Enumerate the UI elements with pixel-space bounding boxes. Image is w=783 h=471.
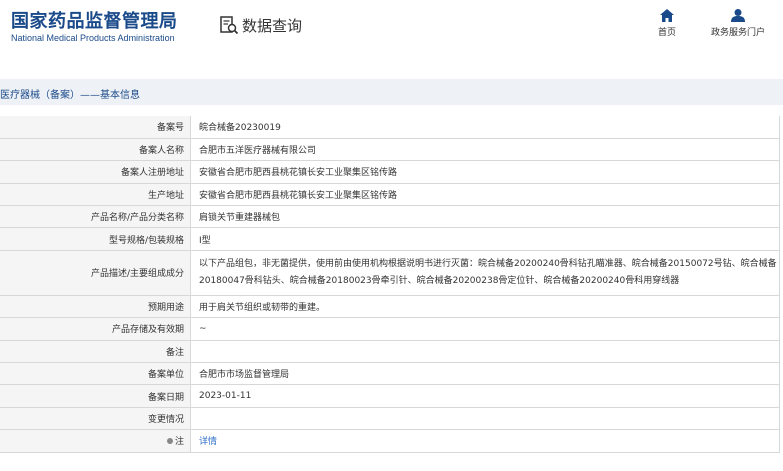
site-logo-english[interactable]: National Medical Products Administration — [11, 33, 175, 43]
field-value: 安徽省合肥市肥西县桃花镇长安工业聚集区铭传路 — [190, 160, 780, 184]
field-label: 注 — [174, 437, 184, 448]
table-row: 备案号 皖合械备20230019 — [0, 116, 780, 139]
nav-service-label: 政务服务门户 — [710, 28, 765, 38]
data-query-title: 数据查询 — [219, 13, 302, 37]
document-search-icon — [220, 16, 239, 35]
field-value: ~ — [190, 317, 780, 341]
home-icon — [660, 9, 674, 22]
nav-home[interactable]: 首页 — [654, 9, 680, 38]
field-value: 安徽省合肥市肥西县桃花镇长安工业聚集区铭传路 — [190, 183, 780, 207]
field-label: 产品存储及有效期 — [0, 317, 191, 341]
site-logo-chinese[interactable]: 国家药品监督管理局 — [11, 7, 178, 33]
bullet-icon — [166, 437, 173, 444]
field-value: I型 — [190, 227, 780, 251]
table-row: 备注 — [0, 340, 780, 364]
field-label: 预期用途 — [0, 295, 191, 319]
field-value: 合肥市市场监督管理局 — [190, 362, 780, 386]
nav-home-label: 首页 — [657, 28, 676, 38]
field-label: 型号规格/包装规格 — [0, 227, 191, 251]
nav-service-portal[interactable]: 政务服务门户 — [705, 9, 771, 38]
record-info-table: 备案号 皖合械备20230019 备案人名称 合肥市五洋医疗器械有限公司 备案人… — [0, 116, 780, 453]
field-value: 肩锁关节重建器械包 — [190, 205, 780, 229]
field-value — [190, 340, 780, 364]
field-value — [190, 407, 780, 431]
table-row: 备案单位 合肥市市场监督管理局 — [0, 362, 780, 386]
field-label: 备案人注册地址 — [0, 160, 191, 184]
field-value: 用于肩关节组织或韧带的重建。 — [190, 295, 780, 319]
field-label: 备案日期 — [0, 384, 191, 408]
table-row: 备案人名称 合肥市五洋医疗器械有限公司 — [0, 138, 780, 162]
user-icon — [731, 9, 745, 22]
table-row: 备案人注册地址 安徽省合肥市肥西县桃花镇长安工业聚集区铭传路 — [0, 160, 780, 184]
field-label: 变更情况 — [0, 407, 191, 431]
table-row: 注 详情 — [0, 429, 780, 453]
table-row: 产品描述/主要组成成分 以下产品组包，非无菌提供，使用前由使用机构根据说明书进行… — [0, 250, 780, 296]
field-label: 生产地址 — [0, 183, 191, 207]
field-value: 合肥市五洋医疗器械有限公司 — [190, 138, 780, 162]
field-label: 备案人名称 — [0, 138, 191, 162]
details-link[interactable]: 详情 — [199, 437, 217, 447]
field-label: 产品名称/产品分类名称 — [0, 205, 191, 229]
table-row: 型号规格/包装规格 I型 — [0, 227, 780, 251]
note-label-cell: 注 — [0, 429, 191, 453]
field-label: 备案单位 — [0, 362, 191, 386]
field-label: 备注 — [0, 340, 191, 364]
site-header: 国家药品监督管理局 National Medical Products Admi… — [0, 0, 783, 64]
field-label: 备案号 — [0, 116, 191, 139]
field-value: 皖合械备20230019 — [190, 116, 780, 139]
table-row: 变更情况 — [0, 407, 780, 431]
table-row: 备案日期 2023-01-11 — [0, 384, 780, 408]
field-value: 以下产品组包，非无菌提供，使用前由使用机构根据说明书进行灭菌：皖合械备20200… — [190, 250, 780, 296]
note-value-cell: 详情 — [190, 429, 780, 453]
field-label: 产品描述/主要组成成分 — [0, 250, 191, 296]
field-value: 2023-01-11 — [190, 384, 780, 408]
table-row: 产品存储及有效期 ~ — [0, 317, 780, 341]
table-row: 生产地址 安徽省合肥市肥西县桃花镇长安工业聚集区铭传路 — [0, 183, 780, 207]
table-row: 预期用途 用于肩关节组织或韧带的重建。 — [0, 295, 780, 319]
section-title: 医疗器械（备案）——基本信息 — [0, 90, 140, 101]
table-row: 产品名称/产品分类名称 肩锁关节重建器械包 — [0, 205, 780, 229]
data-query-label: 数据查询 — [242, 16, 303, 35]
